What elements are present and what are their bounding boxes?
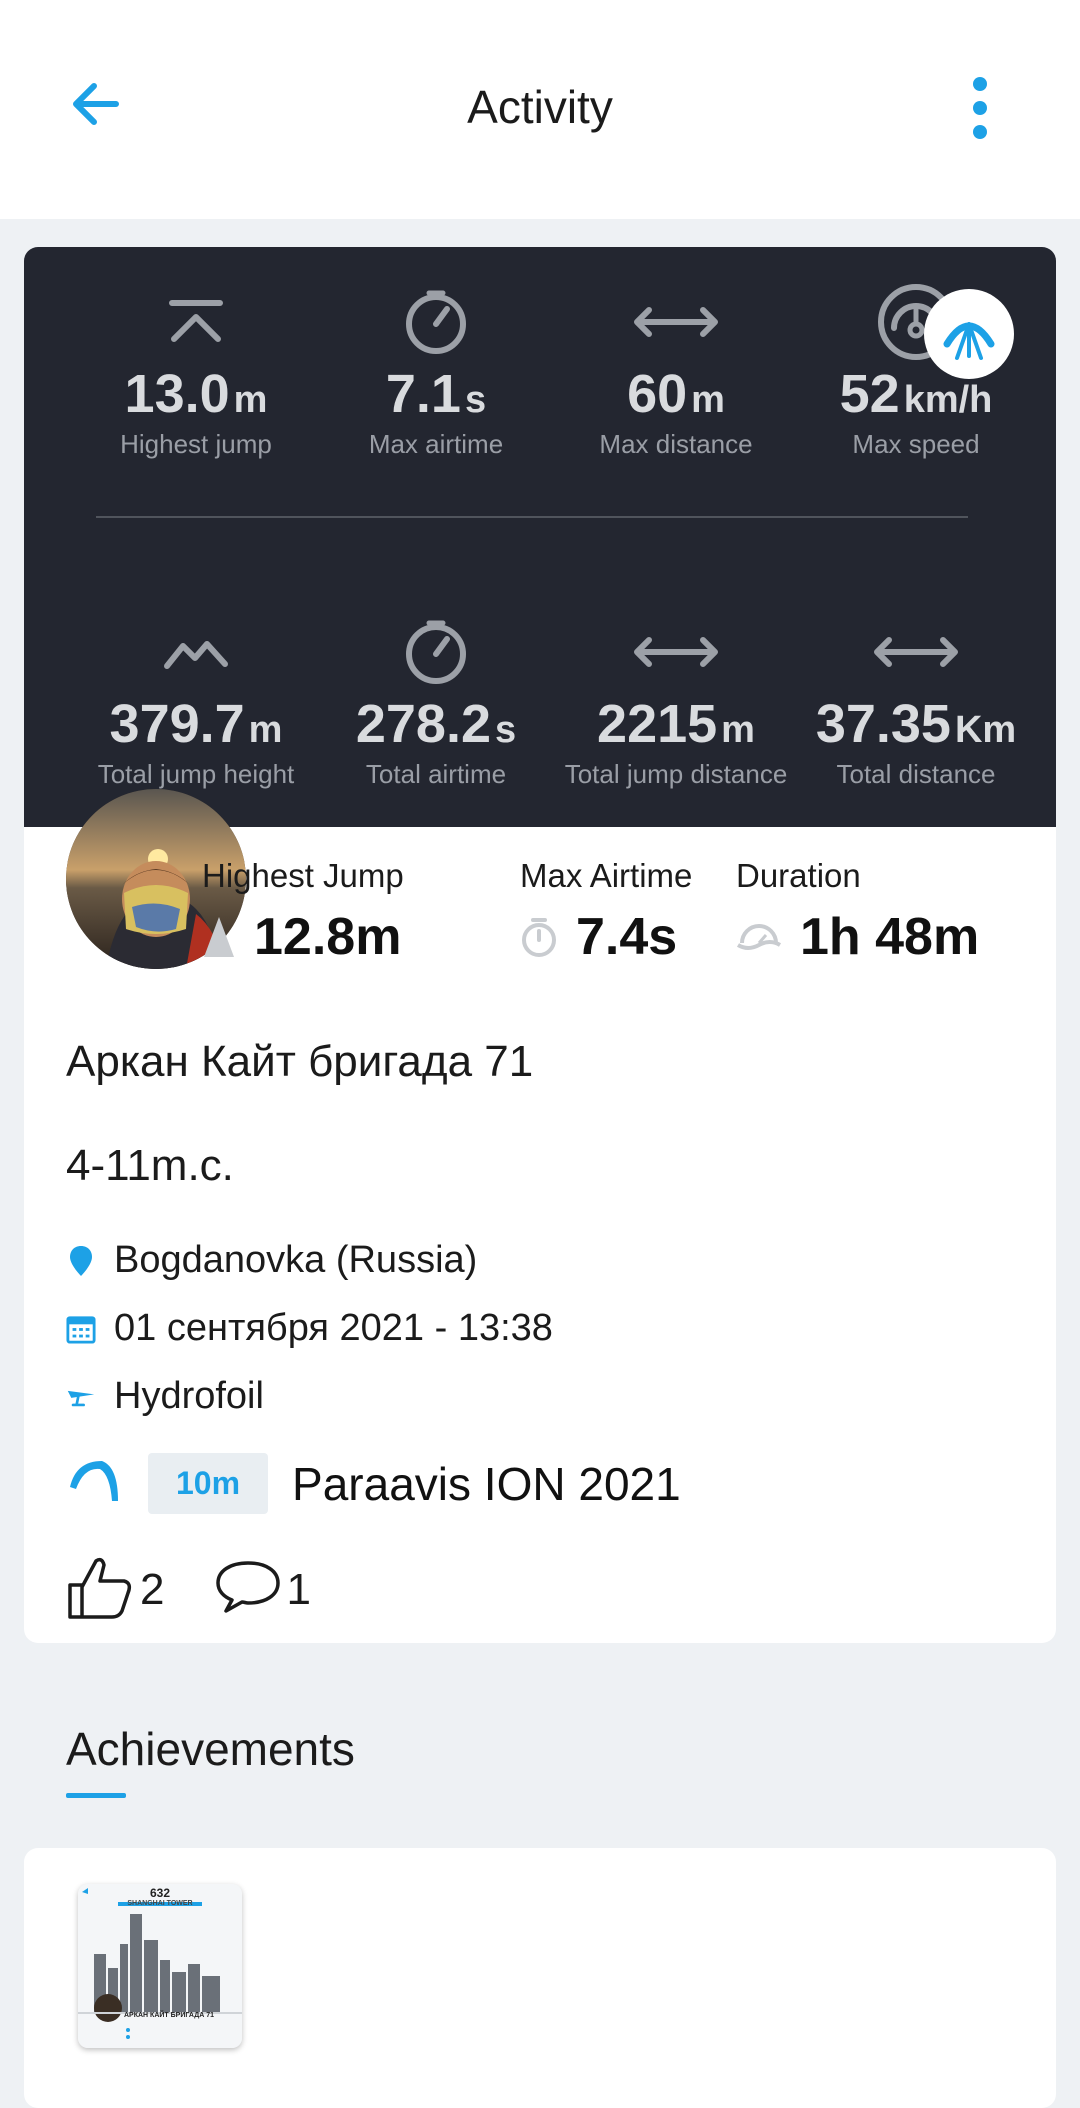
hydrofoil-icon	[66, 1384, 96, 1410]
stat-total-airtime: 278.2 s Total airtime	[316, 617, 556, 790]
stat-max-distance: 60 m Max distance	[556, 287, 796, 460]
stat-total-jump-distance: 2215 m Total jump distance	[556, 617, 796, 790]
kite-info[interactable]: 10m Paraavis ION 2021	[66, 1453, 681, 1514]
distance-arrows-icon	[556, 617, 796, 687]
kpi-label: Highest Jump	[202, 857, 404, 894]
stat-label: Max distance	[599, 429, 753, 459]
stat-unit: s	[495, 709, 517, 751]
stat-label: Total jump distance	[564, 759, 788, 789]
stat-unit: km/h	[903, 379, 993, 421]
stat-value: 13.0	[124, 364, 230, 424]
thumbnail-number: 632	[149, 1886, 171, 1900]
stat-value: 2215	[597, 694, 718, 754]
location-text[interactable]: Bogdanovka (Russia)	[114, 1239, 477, 1282]
stat-label: Total jump height	[97, 759, 295, 789]
kpi-highest-jump: Highest Jump 12.8m	[202, 857, 404, 967]
achievements-heading[interactable]: Achievements	[66, 1722, 355, 1776]
kpi-label: Max Airtime	[520, 857, 693, 894]
stat-unit: Km	[954, 709, 1017, 751]
kite-sport-badge[interactable]	[924, 289, 1014, 379]
stat-total-distance: 37.35 Km Total distance	[796, 617, 1036, 790]
session-date: 01 сентября 2021 - 13:38	[66, 1307, 553, 1350]
achievements-card: 632 SHANGHAI TOWER АРКАН КАЙТ БРИГАДА 71	[24, 1848, 1056, 2108]
kite-badge-icon	[943, 322, 995, 360]
highest-jump-icon	[76, 287, 316, 357]
distance-arrows-icon	[796, 617, 1036, 687]
kpi-max-airtime: Max Airtime 7.4s	[520, 857, 692, 967]
thumbs-up-icon[interactable]	[66, 1555, 136, 1624]
session-discipline: Hydrofoil	[66, 1375, 264, 1418]
stat-label: Total airtime	[365, 759, 507, 789]
stats-divider	[96, 516, 968, 518]
stat-label: Max speed	[852, 429, 980, 459]
stat-unit: m	[233, 379, 268, 421]
page-title: Activity	[467, 81, 613, 133]
stat-unit: s	[464, 379, 487, 421]
calendar-icon	[66, 1313, 96, 1345]
stat-value: 52	[839, 364, 900, 424]
comments-count[interactable]: 1	[286, 1565, 310, 1615]
date-text: 01 сентября 2021 - 13:38	[114, 1307, 553, 1349]
session-info-card: Highest Jump 12.8m Max Airtime 7.4s Dura…	[24, 789, 1056, 1643]
stat-value: 60	[627, 364, 688, 424]
total-jump-height-icon	[76, 617, 316, 687]
stopwatch-icon	[520, 916, 558, 958]
app-bar: Activity	[0, 0, 1080, 219]
stat-value: 7.1	[385, 364, 461, 424]
more-options-icon[interactable]	[960, 72, 1000, 144]
session-title: Аркан Кайт бригада 71	[66, 1037, 534, 1086]
stat-value: 37.35	[815, 694, 951, 754]
stat-max-airtime: 7.1 s Max airtime	[316, 287, 556, 460]
stat-unit: m	[721, 709, 755, 751]
kite-size-chip: 10m	[148, 1453, 269, 1514]
likes-count[interactable]: 2	[140, 1565, 164, 1615]
achievement-thumbnail[interactable]: 632 SHANGHAI TOWER АРКАН КАЙТ БРИГАДА 71	[78, 1884, 242, 2048]
duration-icon	[736, 919, 782, 955]
kpi-value: 12.8m	[254, 908, 402, 966]
discipline-text: Hydrofoil	[114, 1375, 264, 1417]
stat-value: 278.2	[355, 694, 491, 754]
kpi-value: 7.4s	[576, 908, 678, 966]
achievements-tab-indicator	[66, 1793, 126, 1798]
stat-unit: m	[691, 379, 725, 421]
comment-icon[interactable]	[214, 1559, 282, 1620]
location-pin-icon	[66, 1244, 96, 1278]
kite-icon	[66, 1457, 122, 1510]
stopwatch-icon	[316, 287, 556, 357]
kpi-duration: Duration 1h 48m	[736, 857, 979, 967]
kite-name: Paraavis ION 2021	[292, 1457, 681, 1510]
stat-label: Highest jump	[120, 429, 272, 459]
distance-arrows-icon	[556, 287, 796, 357]
stopwatch-icon	[316, 617, 556, 687]
stat-label: Max airtime	[368, 429, 504, 459]
stat-label: Total distance	[836, 759, 996, 789]
social-actions: 2 1	[66, 1555, 361, 1624]
kpi-value: 1h 48m	[800, 908, 980, 966]
session-description: 4-11m.c.	[66, 1141, 234, 1190]
stat-highest-jump: 13.0 m Highest jump	[76, 287, 316, 460]
stat-value: 379.7	[109, 694, 245, 754]
jump-triangle-icon	[202, 915, 236, 959]
kpi-label: Duration	[736, 857, 861, 894]
stat-total-jump-height: 379.7 m Total jump height	[76, 617, 316, 790]
session-location: Bogdanovka (Russia)	[66, 1239, 477, 1282]
stat-unit: m	[248, 709, 283, 751]
session-stats-panel: 13.0 m Highest jump 7.1 s Max airtime 60 m …	[24, 247, 1056, 827]
thumbnail-name: АРКАН КАЙТ БРИГАДА 71	[124, 2012, 214, 2019]
thumbnail-subtitle: SHANGHAI TOWER	[127, 1900, 193, 1907]
